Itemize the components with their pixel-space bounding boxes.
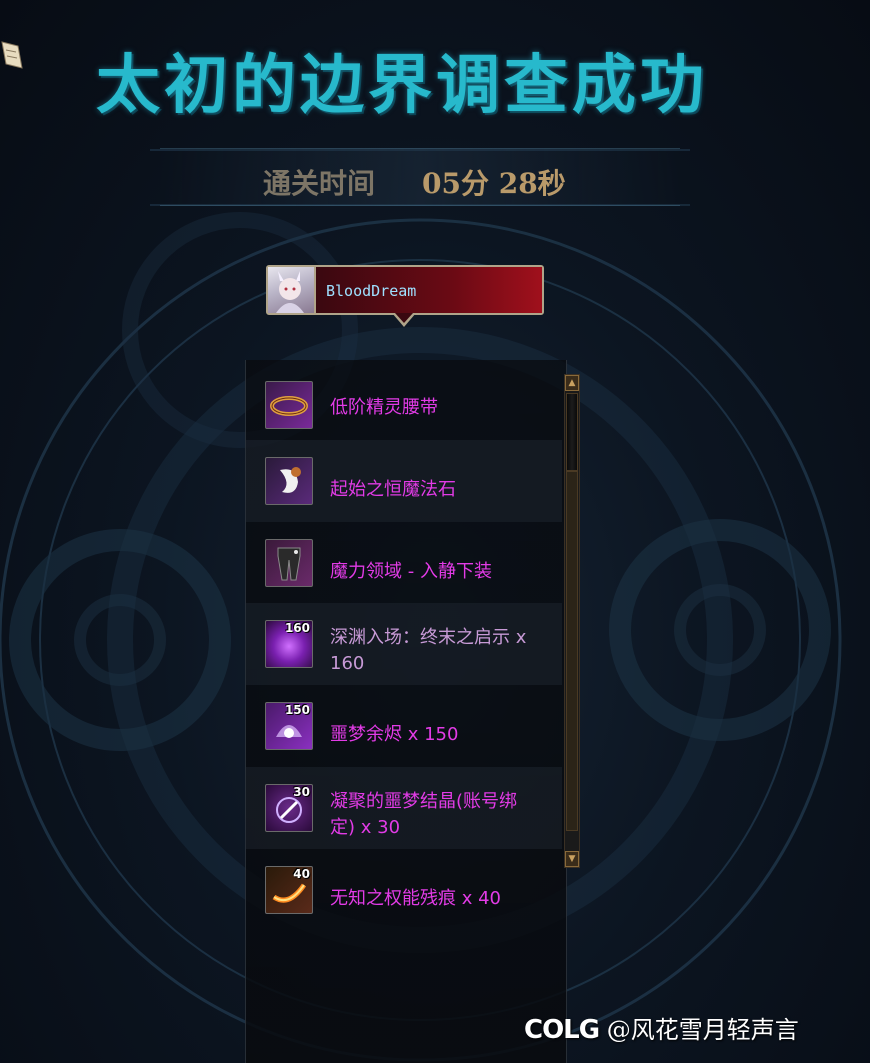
watermark: COLG @风花雪月轻声言	[524, 1010, 799, 1045]
list-item[interactable]: 40 无知之权能残痕 x 40	[246, 849, 562, 931]
nightmare-crystal-icon: 30	[265, 784, 313, 832]
player-name: BloodDream	[326, 282, 417, 300]
item-name: 无知之权能残痕 x 40	[330, 888, 501, 909]
abyss-ticket-icon: 160	[265, 620, 313, 668]
item-name: 魔力领域 - 入静下装	[330, 561, 492, 582]
item-count: 160	[284, 621, 310, 635]
watermark-handle: @风花雪月轻声言	[606, 1016, 799, 1044]
item-name: 凝聚的噩梦结晶(账号绑定) x 30	[330, 791, 518, 838]
clear-time-value: 05分 28秒	[422, 167, 566, 200]
page-title: 太初的边界调查成功	[96, 48, 708, 123]
scroll-up-icon[interactable]: ▲	[565, 375, 579, 391]
scroll-thumb[interactable]	[566, 393, 578, 471]
power-trace-icon: 40	[265, 866, 313, 914]
scroll-icon	[0, 38, 24, 72]
list-item[interactable]: 150 噩梦余烬 x 150	[246, 685, 562, 767]
magic-stone-icon	[265, 457, 313, 505]
list-item[interactable]: 起始之恒魔法石	[246, 440, 562, 522]
list-item[interactable]: 160 深渊入场：终末之启示 x 160	[246, 603, 562, 685]
item-name: 深渊入场：终末之启示 x 160	[330, 627, 527, 674]
scroll-down-icon[interactable]: ▼	[565, 851, 579, 867]
item-name: 低阶精灵腰带	[330, 397, 438, 418]
scroll-track[interactable]	[566, 471, 578, 831]
colg-logo: COLG	[524, 1015, 600, 1045]
item-name: 噩梦余烬 x 150	[330, 724, 459, 745]
loot-scrollbar[interactable]: ▲ ▼	[564, 374, 580, 868]
item-name: 起始之恒魔法石	[330, 479, 456, 500]
item-count: 30	[293, 785, 310, 799]
player-pointer-inner	[395, 313, 413, 323]
item-count: 40	[293, 867, 310, 881]
clear-time-bar	[160, 148, 680, 206]
avatar	[268, 267, 316, 313]
clear-time-label: 通关时间	[263, 167, 376, 200]
list-item[interactable]: 魔力领域 - 入静下装	[246, 522, 562, 604]
item-count: 150	[284, 703, 310, 717]
player-tag[interactable]: BloodDream	[266, 265, 544, 315]
nightmare-ember-icon: 150	[265, 702, 313, 750]
player-name-box: BloodDream	[316, 267, 542, 313]
pants-icon	[265, 539, 313, 587]
belt-icon	[265, 381, 313, 429]
list-item[interactable]: 30 凝聚的噩梦结晶(账号绑定) x 30	[246, 767, 562, 849]
list-item[interactable]: 低阶精灵腰带	[246, 364, 562, 446]
